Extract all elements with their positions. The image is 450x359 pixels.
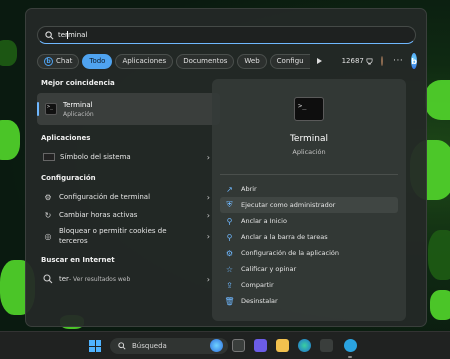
result-label: Cambiar horas activas [59, 211, 138, 219]
result-label: Configuración de terminal [59, 193, 151, 201]
filter-chat[interactable]: b Chat [37, 53, 80, 69]
rewards-points[interactable]: 12687 [342, 57, 373, 65]
divider [220, 174, 398, 175]
taskbar: Búsqueda [0, 331, 450, 359]
action-ejecutar-admin[interactable]: ⛨ Ejecutar como administrador [220, 197, 398, 213]
chevron-right-icon[interactable]: › [207, 193, 210, 202]
result-label-line1: Bloquear o permitir cookies de [59, 227, 167, 235]
action-anclar-inicio[interactable]: ⚲ Anclar a Inicio [220, 213, 398, 229]
star-icon: ☆ [225, 264, 234, 274]
selection-indicator [37, 102, 39, 116]
best-match-name: Terminal [63, 100, 93, 109]
settings-heading: Configuración [41, 174, 96, 182]
action-compartir[interactable]: ⇪ Compartir [220, 277, 398, 293]
results-list: Mejor coincidencia >_ Terminal Aplicació… [37, 79, 220, 288]
result-web-search[interactable]: ter - Ver resultados web › [37, 270, 220, 288]
result-simbolo-sistema[interactable]: Símbolo del sistema › [37, 148, 220, 166]
edge-icon[interactable] [298, 339, 311, 352]
filter-documentos[interactable]: Documentos [176, 53, 235, 69]
terminal-icon: >_ [45, 103, 57, 115]
more-options-icon[interactable]: ··· [393, 56, 403, 66]
command-prompt-icon [43, 153, 55, 161]
terminal-large-icon: >_ [294, 97, 324, 121]
search-icon [118, 342, 126, 350]
web-suffix: - Ver resultados web [68, 275, 131, 283]
action-config-app[interactable]: ⚙ Configuración de la aplicación [220, 245, 398, 261]
preview-app-type: Aplicación [292, 148, 326, 156]
search-icon [43, 274, 53, 284]
pin-icon: ⚲ [226, 216, 233, 226]
best-match-type: Aplicación [63, 110, 94, 118]
search-input[interactable]: terminal [58, 31, 87, 39]
file-explorer-icon[interactable] [276, 339, 289, 352]
action-desinstalar[interactable]: 🗑 Desinstalar [220, 293, 398, 309]
filter-configuracion[interactable]: Configu [269, 53, 310, 69]
gear-icon: ⚙ [225, 248, 234, 258]
result-config-terminal[interactable]: ⚙ Configuración de terminal › [37, 188, 220, 206]
chevron-right-icon[interactable]: › [207, 275, 210, 284]
filter-web[interactable]: Web [237, 53, 267, 69]
store-icon[interactable] [320, 339, 333, 352]
scroll-filters-icon[interactable] [316, 58, 322, 64]
filter-bar: b Chat Todo Aplicaciones Documentos Web … [37, 53, 417, 69]
share-icon: ⇪ [226, 280, 233, 290]
search-box[interactable]: terminal [37, 26, 416, 44]
trash-icon: 🗑 [224, 296, 235, 306]
preview-app-name: Terminal [289, 134, 329, 144]
chevron-right-icon[interactable]: › [207, 153, 210, 162]
globe-icon: ◎ [44, 231, 52, 241]
task-view-icon[interactable] [232, 339, 245, 352]
filter-aplicaciones[interactable]: Aplicaciones [115, 53, 174, 69]
user-avatar[interactable] [380, 56, 384, 66]
bing-icon[interactable]: b [411, 53, 417, 69]
web-query: ter [59, 275, 69, 283]
result-label-line2: terceros [59, 237, 88, 245]
bing-chat-icon: b [44, 56, 53, 66]
teams-icon[interactable] [254, 339, 267, 352]
bing-taskbar-icon[interactable] [210, 339, 223, 352]
preview-pane: >_ Terminal Aplicación ↗ Abrir ⛨ Ejecutar … [212, 79, 406, 321]
telegram-icon[interactable] [344, 339, 357, 352]
web-search-heading: Buscar en Internet [41, 256, 115, 264]
result-cookies[interactable]: ◎ Bloquear o permitir cookies de tercero… [37, 224, 220, 248]
apps-heading: Aplicaciones [41, 134, 91, 142]
result-horas-activas[interactable]: ↻ Cambiar horas activas › [37, 206, 220, 224]
best-match-heading: Mejor coincidencia [41, 79, 115, 87]
start-button-icon[interactable] [89, 340, 101, 352]
action-list: ↗ Abrir ⛨ Ejecutar como administrador ⚲ Anc… [220, 181, 398, 309]
pin-icon: ⚲ [226, 232, 233, 242]
best-match-terminal[interactable]: >_ Terminal Aplicación [37, 93, 220, 125]
search-icon [45, 30, 54, 39]
chevron-right-icon[interactable]: › [207, 211, 210, 220]
action-abrir[interactable]: ↗ Abrir [220, 181, 398, 197]
open-icon: ↗ [226, 184, 233, 194]
start-search-panel: terminal b Chat Todo Aplicaciones Docume… [25, 8, 427, 327]
settings-sliders-icon: ⚙ [44, 192, 52, 202]
trophy-icon [366, 58, 373, 64]
chevron-right-icon[interactable]: › [207, 232, 210, 241]
action-calificar[interactable]: ☆ Calificar y opinar [220, 261, 398, 277]
refresh-icon: ↻ [44, 210, 52, 220]
action-anclar-barra[interactable]: ⚲ Anclar a la barra de tareas [220, 229, 398, 245]
result-label: Símbolo del sistema [60, 153, 131, 161]
filter-todo[interactable]: Todo [82, 53, 113, 69]
shield-icon: ⛨ [226, 200, 233, 209]
running-indicator [348, 356, 352, 358]
